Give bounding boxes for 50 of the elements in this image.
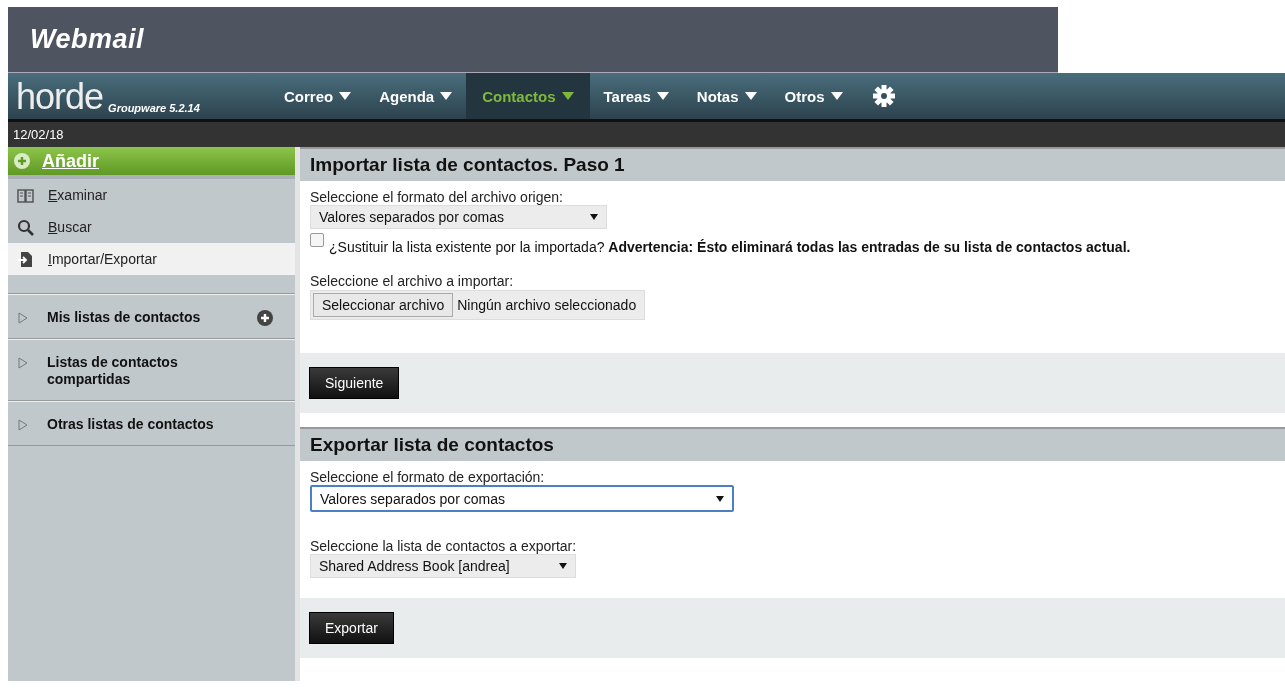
sidebar-item[interactable]: Examinar <box>8 179 295 211</box>
section-heading[interactable]: Mis listas de contactos <box>47 309 237 326</box>
settings-icon[interactable] <box>872 85 895 107</box>
horde-logo[interactable]: horde <box>16 80 104 114</box>
book-icon <box>17 186 34 204</box>
nav-menu-item[interactable]: Correo <box>270 73 366 119</box>
file-picker[interactable]: Seleccionar archivo Ningún archivo seleccionado <box>310 290 646 320</box>
app-title: Webmail <box>30 24 145 55</box>
caret-icon <box>561 92 574 100</box>
dropdown-field[interactable]: Shared Address Book [andrea] <box>310 554 576 578</box>
export-button[interactable]: Exportar <box>309 612 394 644</box>
date-label: 12/02/18 <box>12 127 64 142</box>
next-button[interactable]: Siguiente <box>309 367 400 399</box>
choose-file-button[interactable]: Seleccionar archivo <box>313 293 454 317</box>
caret-icon <box>440 92 453 100</box>
file-import-icon <box>17 250 34 268</box>
version-label: Groupware 5.2.14 <box>108 102 200 114</box>
nav-menu-item[interactable]: Contactos <box>466 73 590 119</box>
dropdown-arrow-icon <box>716 495 724 502</box>
file-status-text: Ningún archivo seleccionado <box>457 297 638 313</box>
section-title: Exportar lista de contactos <box>300 427 1285 461</box>
caret-icon <box>656 92 669 100</box>
search-icon <box>17 218 34 236</box>
field-label: Seleccione el formato del archivo origen: <box>310 189 564 205</box>
section-heading[interactable]: Listas de contactos compartidas <box>47 354 237 388</box>
sidebar-item[interactable]: Importar/Exportar <box>8 243 295 275</box>
section-heading[interactable]: Otras listas de contactos <box>47 416 237 433</box>
plus-icon <box>14 153 30 169</box>
expand-triangle-icon[interactable] <box>17 419 29 431</box>
dropdown-arrow-icon <box>559 563 567 569</box>
nav-menu-item[interactable]: Otros <box>770 73 857 119</box>
caret-icon <box>744 92 757 100</box>
field-label: Seleccione la lista de contactos a exportar: <box>310 538 578 554</box>
checkbox[interactable] <box>310 233 324 247</box>
field-label: Seleccione el archivo a importar: <box>310 273 515 289</box>
nav-menu-item[interactable]: Notas <box>682 73 771 119</box>
expand-triangle-icon[interactable] <box>17 312 29 324</box>
field-label: Seleccione el formato de exportación: <box>310 469 546 485</box>
dropdown-arrow-icon <box>590 214 598 220</box>
nav-menu-item[interactable]: Agenda <box>365 73 467 119</box>
dropdown-field[interactable]: Valores separados por comas <box>310 485 734 512</box>
section-title: Importar lista de contactos. Paso 1 <box>300 147 1285 181</box>
add-icon[interactable] <box>257 310 273 326</box>
dropdown-field[interactable]: Valores separados por comas <box>310 205 607 229</box>
caret-icon <box>830 92 843 100</box>
caret-icon <box>339 92 352 100</box>
expand-triangle-icon[interactable] <box>17 357 29 369</box>
checkbox-label: ¿Sustituir la lista existente por la importada? Advertencia: Ésto eliminará todas las entradas de su lista de contactos actual. <box>329 239 1131 255</box>
sidebar-item[interactable]: Buscar <box>8 211 295 243</box>
nav-menu-item[interactable]: Tareas <box>589 73 683 119</box>
